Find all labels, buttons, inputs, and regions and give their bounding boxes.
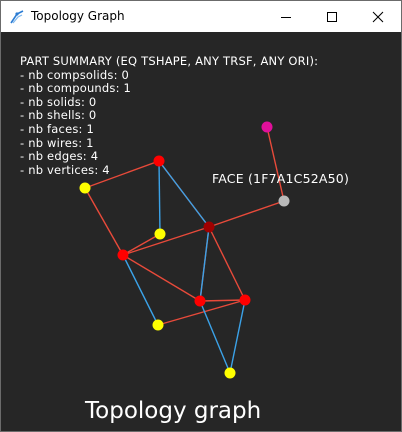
maximize-icon <box>327 11 337 22</box>
app-icon <box>10 9 24 24</box>
graph-node-wire[interactable] <box>203 221 215 233</box>
close-icon <box>372 11 384 22</box>
graph-link-blue <box>158 160 161 235</box>
graph-link-blue <box>199 300 231 374</box>
graph-node-compound[interactable] <box>261 121 273 133</box>
graph-node-face[interactable] <box>278 195 290 207</box>
minimize-button[interactable] <box>263 1 309 32</box>
minimize-icon <box>281 16 291 18</box>
window-title: Topology Graph <box>31 9 125 23</box>
graph-node-edge[interactable] <box>117 249 129 261</box>
graph-link-red <box>208 226 246 301</box>
topology-graph-window: Topology Graph PART SUMMARY (EQ TSHAPE, … <box>0 0 402 432</box>
graph-link-blue <box>229 299 246 374</box>
graph-link-red <box>122 226 210 256</box>
close-button[interactable] <box>355 1 401 32</box>
graph-link-red <box>84 187 124 256</box>
graph-title: Topology graph <box>85 398 262 424</box>
graph-link-red <box>199 299 246 302</box>
graph-node-edge[interactable] <box>239 294 251 306</box>
selected-face-label: FACE (1F7A1C52A50) <box>212 171 350 186</box>
graph-node-vertex[interactable] <box>152 319 164 331</box>
graph-link-red <box>266 126 285 202</box>
graph-link-blue <box>199 226 210 302</box>
graph-link-red <box>84 160 160 189</box>
graph-node-edge[interactable] <box>153 155 165 167</box>
graph-node-vertex[interactable] <box>79 182 91 194</box>
graph-viewport[interactable]: PART SUMMARY (EQ TSHAPE, ANY TRSF, ANY O… <box>1 32 401 431</box>
graph-node-vertex[interactable] <box>154 228 166 240</box>
graph-node-edge[interactable] <box>194 295 206 307</box>
maximize-button[interactable] <box>309 1 355 32</box>
title-bar[interactable]: Topology Graph <box>1 1 401 32</box>
graph-link-blue <box>158 160 210 228</box>
topology-graph[interactable] <box>1 32 401 431</box>
graph-link-red <box>208 200 285 228</box>
graph-node-vertex[interactable] <box>224 367 236 379</box>
